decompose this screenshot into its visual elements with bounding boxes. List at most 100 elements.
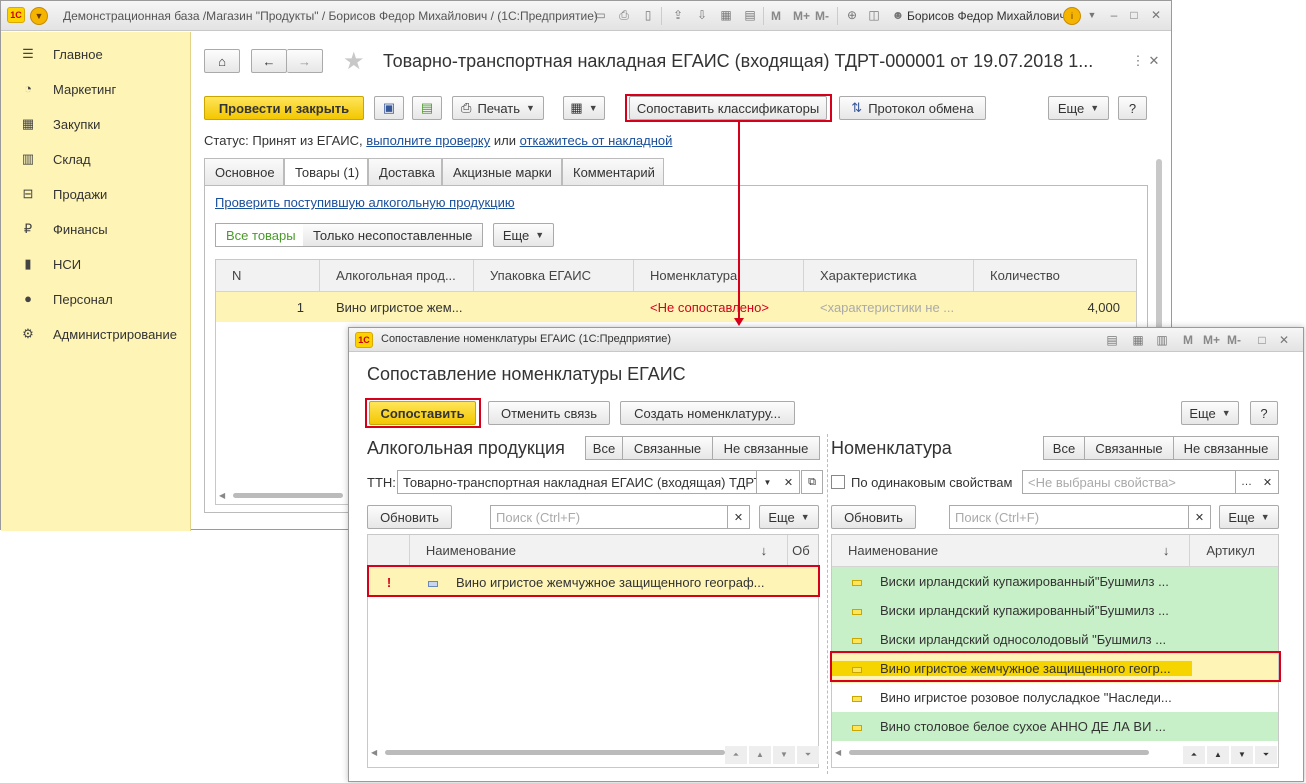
doc-icon[interactable]: ▤	[1103, 331, 1121, 349]
zoom-icon[interactable]: ⊕	[843, 6, 861, 24]
left-filter-linked[interactable]: Связанные	[622, 436, 713, 460]
check-link[interactable]: выполните проверку	[366, 133, 490, 148]
last-icon[interactable]: ⏷	[797, 746, 819, 764]
right-search-input[interactable]: Поиск (Ctrl+F)	[949, 505, 1189, 529]
list-item[interactable]: Вино столовое белое сухое АННО ДЕ ЛА ВИ …	[832, 712, 1278, 741]
left-search-input[interactable]: Поиск (Ctrl+F)	[490, 505, 728, 529]
goods-hscroll[interactable]: ◀	[219, 489, 359, 503]
same-props-checkbox[interactable]	[831, 475, 845, 489]
dialog-more-button[interactable]: Еще ▼	[1181, 401, 1239, 425]
right-hscroll[interactable]: ◀	[835, 746, 1175, 760]
upload-icon[interactable]: ⇪	[669, 6, 687, 24]
create-nomenclature-button[interactable]: Создать номенклатуру...	[620, 401, 795, 425]
related-docs-button[interactable]: ▦ ▼	[563, 96, 605, 120]
ttn-clear-icon[interactable]: ✕	[778, 470, 800, 494]
info-dropdown-icon[interactable]: ▼	[1083, 6, 1101, 24]
down-icon[interactable]: ▼	[1231, 746, 1253, 764]
post-doc-button[interactable]: ▤	[412, 96, 442, 120]
right-filter-unlinked[interactable]: Не связанные	[1173, 436, 1279, 460]
panels-icon[interactable]: ◫	[865, 6, 883, 24]
reject-link[interactable]: откажитесь от накладной	[520, 133, 673, 148]
goods-more-button[interactable]: Еще ▼	[493, 223, 554, 247]
list-item[interactable]: Виски ирландский односолодовый "Бушмилз …	[832, 625, 1278, 654]
memory-minus-button[interactable]: M-	[815, 9, 829, 23]
sidebar-item-purchases[interactable]: ▦ Закупки	[21, 114, 101, 134]
calendar-icon[interactable]: ▥	[1153, 331, 1171, 349]
right-refresh-button[interactable]: Обновить	[831, 505, 916, 529]
info-icon[interactable]: i	[1063, 7, 1081, 25]
left-hscroll[interactable]: ◀	[371, 746, 731, 760]
save-icon[interactable]: ▭	[591, 6, 609, 24]
left-refresh-button[interactable]: Обновить	[367, 505, 452, 529]
col-nomenclature[interactable]: Номенклатура	[634, 260, 804, 291]
col-extra[interactable]: Об	[788, 535, 818, 566]
list-item[interactable]: Виски ирландский купажированный"Бушмилз …	[832, 567, 1278, 596]
help-button[interactable]: ?	[1118, 96, 1147, 120]
col-name[interactable]: Наименование ↓	[410, 535, 789, 566]
sidebar-item-finance[interactable]: ₽ Финансы	[21, 219, 108, 239]
tab-excise[interactable]: Акцизные марки	[442, 158, 562, 185]
print-button[interactable]: ⎙ Печать ▼	[452, 96, 544, 120]
props-clear-icon[interactable]: ✕	[1257, 470, 1279, 494]
calculator-icon[interactable]: ▦	[717, 6, 735, 24]
sidebar-item-warehouse[interactable]: ▥ Склад	[21, 149, 91, 169]
more-button[interactable]: Еще ▼	[1048, 96, 1109, 120]
preview-icon[interactable]: ▯	[639, 6, 657, 24]
favorite-star-icon[interactable]: ★	[343, 47, 365, 76]
col-pack[interactable]: Упаковка ЕГАИС	[474, 260, 634, 291]
close-icon[interactable]: ✕	[1147, 6, 1165, 24]
right-more-button[interactable]: Еще ▼	[1219, 505, 1279, 529]
down-icon[interactable]: ▼	[773, 746, 795, 764]
ttn-open-icon[interactable]: ⧉	[801, 470, 823, 494]
right-filter-all[interactable]: Все	[1043, 436, 1085, 460]
post-and-close-button[interactable]: Провести и закрыть	[204, 96, 364, 120]
document-close-icon[interactable]: ✕	[1145, 52, 1163, 70]
table-row[interactable]: 1 Вино игристое жем... <Не сопоставлено>…	[216, 292, 1136, 322]
calculator-icon[interactable]: ▦	[1129, 331, 1147, 349]
calendar-icon[interactable]: ▤	[741, 6, 759, 24]
sidebar-item-marketing[interactable]: ◔ Маркетинг	[21, 79, 116, 99]
download-icon[interactable]: ⇩	[693, 6, 711, 24]
right-search-clear-icon[interactable]: ✕	[1189, 505, 1211, 529]
filter-unmatched[interactable]: Только несопоставленные	[303, 223, 484, 247]
main-menu-icon[interactable]: ▼	[30, 7, 48, 25]
left-search-clear-icon[interactable]: ✕	[728, 505, 750, 529]
memory-button[interactable]: M	[771, 9, 781, 23]
maximize-icon[interactable]: □	[1125, 6, 1143, 24]
memory-button[interactable]: M	[1183, 333, 1193, 347]
memory-plus-button[interactable]: M+	[793, 9, 810, 23]
sidebar-item-main[interactable]: ☰ Главное	[21, 44, 103, 64]
memory-plus-button[interactable]: M+	[1203, 333, 1220, 347]
home-button[interactable]: ⌂	[204, 49, 240, 73]
tab-comment[interactable]: Комментарий	[562, 158, 664, 185]
panel-splitter[interactable]	[827, 434, 828, 774]
restore-icon[interactable]: □	[1253, 331, 1271, 349]
list-item[interactable]: Вино игристое розовое полусладкое "Насле…	[832, 683, 1278, 712]
props-select-icon[interactable]: …	[1236, 470, 1258, 494]
minimize-icon[interactable]: –	[1105, 6, 1123, 24]
col-qty[interactable]: Количество	[974, 260, 1136, 291]
check-products-link[interactable]: Проверить поступившую алкогольную продук…	[215, 195, 515, 210]
left-filter-unlinked[interactable]: Не связанные	[712, 436, 820, 460]
col-product[interactable]: Алкогольная прод...	[320, 260, 474, 291]
first-icon[interactable]: ⏶	[1183, 746, 1205, 764]
up-icon[interactable]: ▲	[1207, 746, 1229, 764]
match-button[interactable]: Сопоставить	[369, 401, 476, 425]
memory-minus-button[interactable]: M-	[1227, 333, 1241, 347]
match-classifiers-button[interactable]: Сопоставить классификаторы	[629, 96, 827, 120]
tab-main[interactable]: Основное	[204, 158, 284, 185]
forward-button[interactable]: →	[287, 49, 323, 73]
unlink-button[interactable]: Отменить связь	[488, 401, 610, 425]
filter-all-goods[interactable]: Все товары	[215, 223, 307, 247]
sidebar-item-sales[interactable]: ⊟ Продажи	[21, 184, 108, 204]
list-item[interactable]: Виски ирландский купажированный"Бушмилз …	[832, 596, 1278, 625]
col-characteristic[interactable]: Характеристика	[804, 260, 974, 291]
print-icon[interactable]: ⎙	[615, 6, 633, 24]
props-field[interactable]: <Не выбраны свойства>	[1022, 470, 1236, 494]
last-icon[interactable]: ⏷	[1255, 746, 1277, 764]
col-article[interactable]: Артикул	[1190, 535, 1278, 566]
tab-goods[interactable]: Товары (1)	[284, 158, 368, 186]
sidebar-item-admin[interactable]: ⚙ Администрирование	[21, 324, 177, 344]
tab-delivery[interactable]: Доставка	[368, 158, 442, 185]
sidebar-item-personnel[interactable]: ● Персонал	[21, 289, 113, 309]
